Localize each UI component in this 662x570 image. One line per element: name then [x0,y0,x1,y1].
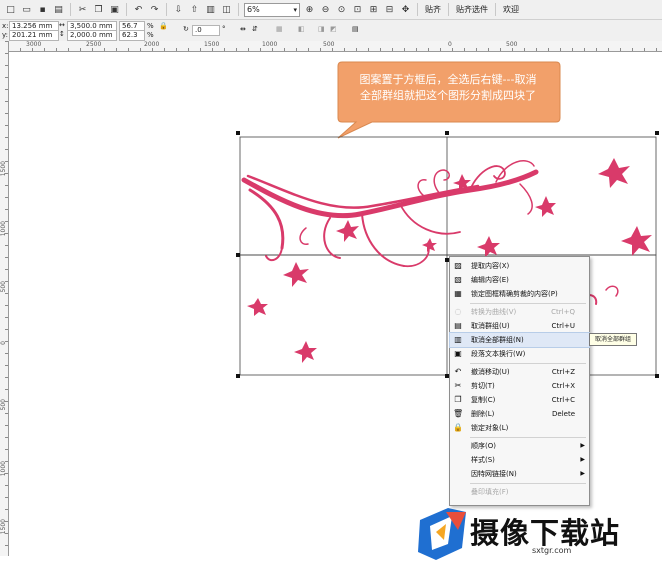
menu-item-lock-object[interactable]: 🔒 锁定对象(L) [450,421,589,435]
menu-separator [470,303,586,304]
ungroup-icon: ▤ [454,321,462,330]
cut-icon: ✂ [454,381,462,390]
menu-item-lock-contents[interactable]: ▦ 锁定图框精确剪裁的内容(P) [450,287,589,301]
submenu-arrow-icon: ▶ [580,456,585,463]
ungroup-all-icon: ▥ [454,335,462,344]
convert-curve-icon: ◌ [454,307,462,316]
menu-item-overprint-fill[interactable]: 叠印填充(F) [450,485,589,499]
submenu-arrow-icon: ▶ [580,442,585,449]
callout-line-1: 图案置于方框后，全选后右键---取消 [359,73,537,86]
copy-icon: ❐ [454,395,462,404]
text-wrap-icon: ▣ [454,349,462,358]
menu-separator [470,363,586,364]
menu-separator [470,437,586,438]
menu-item-undo-move[interactable]: ↶ 撤消移动(U) Ctrl+Z [450,365,589,379]
menu-item-cut[interactable]: ✂ 剪切(T) Ctrl+X [450,379,589,393]
callout-line-2: 全部群组就把这个图形分割成四块了 [360,89,536,102]
menu-item-ungroup-all[interactable]: ▥ 取消全部群组(N) [449,332,590,348]
menu-item-copy[interactable]: ❐ 复制(C) Ctrl+C [450,393,589,407]
menu-separator [470,483,586,484]
edit-contents-icon: ▧ [454,275,462,284]
lock-icon: 🔒 [453,423,463,432]
callout-text: 图案置于方框后，全选后右键---取消 全部群组就把这个图形分割成四块了 [340,72,556,104]
undo-icon: ↶ [454,367,462,376]
watermark-url: sxtgr.com [532,546,572,555]
menu-item-ungroup[interactable]: ▤ 取消群组(U) Ctrl+U [450,319,589,333]
extract-icon: ▨ [454,261,462,270]
menu-item-edit-contents[interactable]: ▧ 编辑内容(E) [450,273,589,287]
menu-item-extract-contents[interactable]: ▨ 提取内容(X) [450,259,589,273]
menu-tooltip: 取消全部群组 [589,333,637,346]
context-menu: ▨ 提取内容(X) ▧ 编辑内容(E) ▦ 锁定图框精确剪裁的内容(P) ◌ 转… [449,256,590,506]
menu-item-internet-link[interactable]: 因特网链接(N) ▶ [450,467,589,481]
menu-item-order[interactable]: 顺序(O) ▶ [450,439,589,453]
submenu-arrow-icon: ▶ [580,470,585,477]
menu-item-convert-to-curves[interactable]: ◌ 转换为曲线(V) Ctrl+Q [450,305,589,319]
menu-item-delete[interactable]: 🗑 删除(L) Delete [450,407,589,421]
menu-item-styles[interactable]: 样式(S) ▶ [450,453,589,467]
menu-item-text-wrap[interactable]: ▣ 段落文本换行(W) [450,347,589,361]
lock-contents-icon: ▦ [454,289,462,298]
delete-icon: 🗑 [453,409,464,418]
watermark-logo [418,508,466,560]
